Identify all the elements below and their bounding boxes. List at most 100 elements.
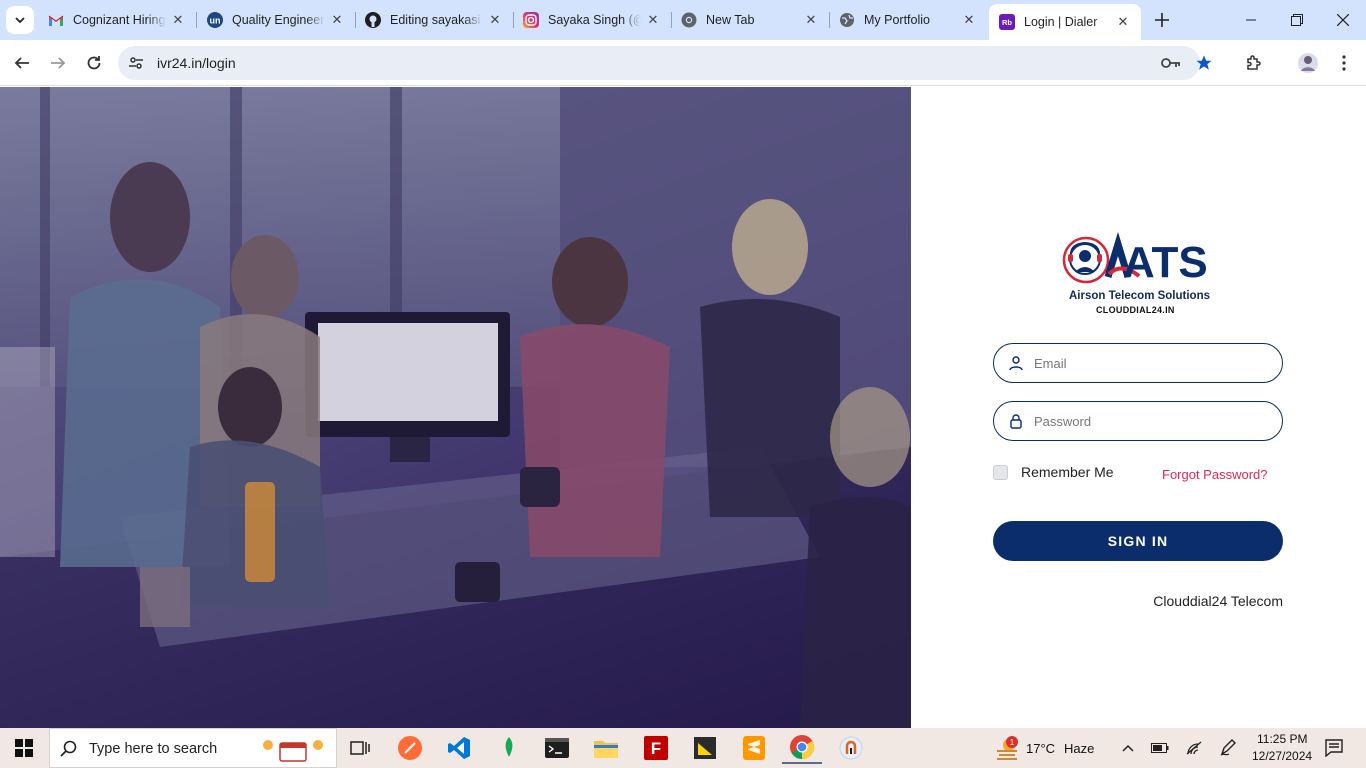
svg-text:F: F [651, 739, 661, 758]
weather-desc[interactable]: Haze [1064, 741, 1094, 756]
minimize-button[interactable] [1228, 0, 1274, 40]
profile-avatar[interactable] [1294, 49, 1322, 77]
reload-button[interactable] [80, 49, 108, 77]
sign-in-button[interactable]: SIGN IN [993, 521, 1283, 561]
close-icon[interactable]: ✕ [961, 12, 977, 28]
restore-icon [1291, 14, 1303, 26]
folder-icon [594, 741, 618, 758]
weather-temp[interactable]: 17°C [1026, 741, 1055, 756]
tab-instagram[interactable]: Sayaka Singh (@ ✕ [513, 4, 672, 36]
show-hidden-icons-button[interactable] [1110, 732, 1146, 764]
remember-me-checkbox[interactable] [993, 464, 1008, 480]
tab-strip: Cognizant Hiring ✕ un Quality Engineer ✕… [0, 0, 1366, 40]
svg-text:Rb: Rb [1002, 18, 1012, 27]
weather-badge: 1 [1006, 736, 1018, 748]
close-icon[interactable]: ✕ [803, 12, 819, 28]
remember-me[interactable]: Remember Me [993, 464, 1114, 480]
minimize-icon [1246, 19, 1256, 21]
chrome-icon [681, 12, 697, 28]
tab-new-tab[interactable]: New Tab ✕ [671, 4, 830, 36]
taskbar-search[interactable]: Type here to search [49, 728, 337, 768]
restore-button[interactable] [1274, 0, 1320, 40]
close-icon[interactable]: ✕ [1115, 14, 1131, 30]
hero-office-photo [0, 87, 911, 728]
postman-icon [398, 736, 422, 760]
tab-title: Editing sayakasi [390, 13, 481, 27]
clock-time[interactable]: 11:25 PM [1257, 732, 1307, 746]
close-icon[interactable]: ✕ [329, 12, 345, 28]
email-field[interactable] [993, 343, 1283, 383]
tab-title: Sayaka Singh (@ [548, 13, 641, 27]
wifi-icon [1186, 741, 1202, 755]
pen-menu[interactable] [1210, 732, 1246, 764]
notification-icon [1325, 739, 1343, 757]
network-status[interactable] [1176, 732, 1212, 764]
tab-title: Login | Dialer [1024, 15, 1098, 29]
tab-search-button[interactable] [6, 6, 34, 34]
search-icon [60, 740, 77, 757]
battery-icon [1151, 743, 1169, 753]
login-panel: ATS Airson Telecom Solutions CLOUDDIAL24… [911, 87, 1366, 728]
taskbar-app-remote[interactable] [831, 732, 871, 764]
mongodb-icon [505, 737, 513, 757]
sticky-notes-icon [694, 737, 716, 759]
lock-icon [1010, 414, 1022, 429]
logo-text: ATS [1123, 238, 1208, 287]
taskbar-app-mongodb[interactable] [489, 732, 529, 764]
battery-status[interactable] [1142, 732, 1178, 764]
arrow-left-icon [14, 57, 29, 69]
tab-gmail[interactable]: Cognizant Hiring ✕ [38, 4, 197, 36]
plus-icon [1155, 13, 1169, 27]
taskbar-app-chrome[interactable] [782, 732, 822, 764]
taskbar-app-filezilla[interactable]: F [636, 732, 676, 764]
notification-center-button[interactable] [1316, 732, 1352, 764]
tab-unstop[interactable]: un Quality Engineer ✕ [197, 4, 356, 36]
weather-widget[interactable]: 1 [990, 732, 1024, 764]
taskbar-app-sticky-notes[interactable] [685, 732, 725, 764]
bookmark-star-icon[interactable] [1194, 53, 1214, 73]
remember-me-label[interactable]: Remember Me [1021, 464, 1114, 480]
taskbar-app-file-explorer[interactable] [586, 732, 626, 764]
close-icon[interactable]: ✕ [170, 12, 186, 28]
filezilla-icon: F [644, 736, 668, 760]
sublime-text-icon [743, 736, 765, 760]
close-window-button[interactable] [1320, 0, 1366, 40]
address-bar[interactable]: ivr24.in/login [118, 46, 1212, 80]
extensions-button[interactable] [1240, 49, 1268, 77]
back-button[interactable] [8, 49, 36, 77]
tab-github[interactable]: Editing sayakasi ✕ [355, 4, 514, 36]
pen-icon [1220, 739, 1236, 756]
password-key-icon[interactable] [1161, 53, 1181, 73]
password-input[interactable] [1034, 410, 1269, 432]
close-icon[interactable]: ✕ [487, 12, 503, 28]
taskbar-app-vscode[interactable] [439, 732, 479, 764]
company-name: Airson Telecom Solutions [1069, 290, 1210, 302]
unstop-icon: un [207, 12, 223, 28]
reload-icon [87, 56, 101, 70]
site-info-icon[interactable] [126, 53, 146, 73]
chevron-down-icon [15, 17, 25, 24]
user-icon [1009, 356, 1023, 371]
task-view-icon [350, 741, 370, 755]
email-input[interactable] [1034, 352, 1269, 374]
chevron-up-icon [1122, 744, 1134, 752]
new-tab-button[interactable] [1150, 8, 1174, 32]
chrome-menu-button[interactable] [1330, 49, 1358, 77]
task-view-button[interactable] [340, 732, 380, 764]
windows-icon [15, 739, 33, 757]
tab-login-dialer[interactable]: Rb Login | Dialer ✕ [989, 4, 1141, 40]
forgot-password-link[interactable]: Forgot Password? [1162, 467, 1268, 482]
chrome-icon [790, 735, 815, 759]
taskbar-app-postman[interactable] [390, 732, 430, 764]
password-field[interactable] [993, 401, 1283, 441]
close-icon[interactable]: ✕ [645, 12, 661, 28]
gmail-icon [48, 12, 64, 28]
start-button[interactable] [4, 732, 44, 764]
clock-date[interactable]: 12/27/2024 [1252, 749, 1312, 763]
taskbar-app-terminal[interactable] [537, 732, 577, 764]
tab-portfolio[interactable]: My Portfolio ✕ [829, 4, 987, 36]
login-page: ATS Airson Telecom Solutions CLOUDDIAL24… [0, 87, 1366, 728]
url-text[interactable]: ivr24.in/login [157, 55, 236, 71]
taskbar-app-sublime[interactable] [734, 732, 774, 764]
forward-button[interactable] [44, 49, 72, 77]
